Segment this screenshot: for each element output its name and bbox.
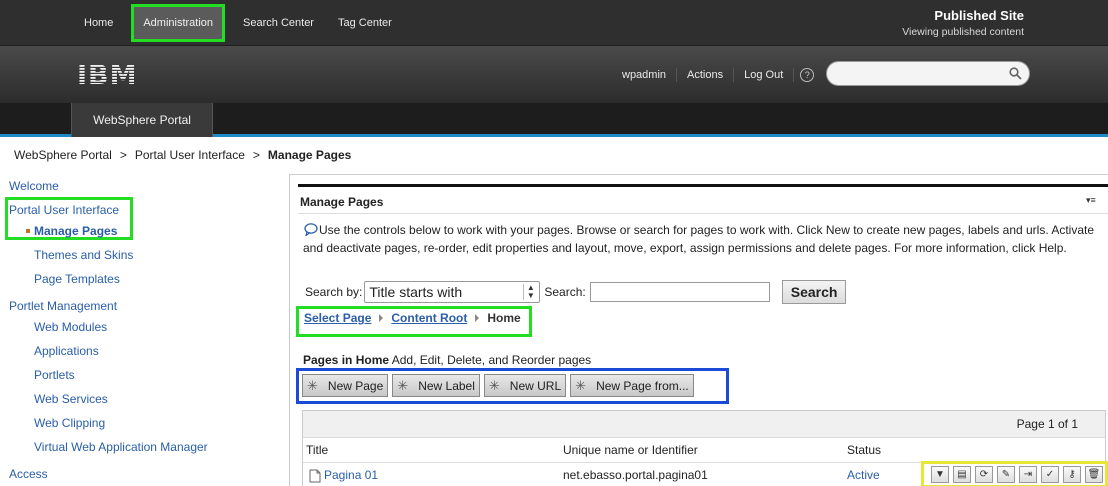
export-icon[interactable]: ⇥ <box>1019 466 1037 483</box>
permissions-icon[interactable]: ⚷ <box>1063 466 1081 483</box>
pagination-text: Page 1 of 1 <box>1016 417 1078 431</box>
actions-link[interactable]: Actions <box>677 67 735 82</box>
breadcrumb-current: Manage Pages <box>267 148 352 162</box>
breadcrumb: WebSphere Portal > Portal User Interface… <box>14 148 351 162</box>
leftnav-portlets[interactable]: Portlets <box>34 368 75 382</box>
column-status: Status <box>847 443 882 457</box>
new-buttons-row: ✳ New Page ✳ New Label ✳ New URL ✳ New P… <box>302 374 694 397</box>
path-select-page[interactable]: Select Page <box>304 311 371 325</box>
leftnav-page-templates[interactable]: Page Templates <box>34 272 120 286</box>
page-icon <box>309 469 321 483</box>
leftnav-portal-user-interface[interactable]: Portal User Interface <box>9 203 119 217</box>
selected-bullet <box>26 229 30 233</box>
pages-in-label: Pages in <box>303 353 353 367</box>
search-row: Search by: Title starts with ▲ ▼ Search: … <box>305 280 847 304</box>
portlet-description: Use the controls below to work with your… <box>303 223 1095 255</box>
leftnav-virtual-web-app-manager[interactable]: Virtual Web Application Manager <box>34 440 208 454</box>
search-by-select[interactable]: Title starts with ▲ ▼ <box>364 281 541 303</box>
leftnav-manage-pages[interactable]: Manage Pages <box>34 224 117 238</box>
sparkle-icon: ✳ <box>488 377 500 393</box>
sparkle-icon: ✳ <box>397 377 409 393</box>
nav-search-center[interactable]: Search Center <box>231 0 326 46</box>
path-arrow-icon <box>379 314 384 322</box>
breadcrumb-separator: > <box>119 148 127 162</box>
help-icon[interactable]: ? <box>800 67 815 82</box>
user-name-link[interactable]: wpadmin <box>612 67 678 82</box>
leftnav-applications[interactable]: Applications <box>34 344 99 358</box>
ibm-logo-text: IBM <box>77 62 138 86</box>
leftnav-portlet-management[interactable]: Portlet Management <box>9 299 117 313</box>
logout-link[interactable]: Log Out <box>734 67 795 82</box>
search-button[interactable]: Search <box>781 280 847 304</box>
user-bar: wpadmin Actions Log Out ? <box>612 46 815 103</box>
new-label-button[interactable]: ✳ New Label <box>392 374 480 397</box>
new-page-button[interactable]: ✳ New Page <box>302 374 389 397</box>
activate-icon[interactable]: ✓ <box>1041 466 1059 483</box>
row-status-link[interactable]: Active <box>847 468 880 482</box>
properties-icon[interactable]: ▤ <box>953 466 971 483</box>
new-url-button[interactable]: ✳ New URL <box>483 374 567 397</box>
table-row: Pagina 01 <box>324 468 378 482</box>
new-page-label: New Page <box>327 378 384 393</box>
top-navigation: Home Administration Search Center Tag Ce… <box>72 0 404 46</box>
leftnav-web-modules[interactable]: Web Modules <box>34 320 107 334</box>
page-path: Select Page Content Root Home <box>304 311 521 325</box>
search-icon[interactable] <box>1009 67 1022 80</box>
refresh-icon[interactable]: ⟳ <box>975 466 993 483</box>
edit-icon[interactable]: ✎ <box>997 466 1015 483</box>
nav-tag-center[interactable]: Tag Center <box>326 0 404 46</box>
ibm-logo: IBM <box>77 62 138 86</box>
new-page-from-label: New Page from... <box>596 378 689 393</box>
site-title: Published Site <box>934 8 1024 23</box>
new-page-from-button[interactable]: ✳ New Page from... <box>570 374 694 397</box>
path-content-root[interactable]: Content Root <box>391 311 467 325</box>
breadcrumb-websphere-portal[interactable]: WebSphere Portal <box>14 148 112 162</box>
new-url-label: New URL <box>509 378 562 393</box>
pages-in-heading: Pages in Home Add, Edit, Delete, and Reo… <box>303 353 591 367</box>
top-search-input[interactable] <box>826 61 1030 86</box>
pages-in-hint: Add, Edit, Delete, and Reorder pages <box>391 353 592 367</box>
portlet-title: Manage Pages <box>300 195 384 209</box>
tab-websphere-portal[interactable]: WebSphere Portal <box>71 103 213 137</box>
site-status: Published Site Viewing published content <box>902 8 1024 38</box>
sparkle-icon: ✳ <box>575 377 587 393</box>
row-actions: ▼ ▤ ⟳ ✎ ⇥ ✓ ⚷ 🗑 <box>931 466 1103 483</box>
row-title-link[interactable]: Pagina 01 <box>324 468 378 482</box>
path-current: Home <box>487 311 521 325</box>
tab-bar: WebSphere Portal <box>0 103 1108 137</box>
select-arrow-icon: ▲ ▼ <box>523 284 537 300</box>
path-arrow-icon <box>475 314 480 322</box>
table-toolbar <box>303 411 1105 438</box>
leftnav-welcome[interactable]: Welcome <box>9 179 59 193</box>
delete-icon[interactable]: 🗑 <box>1085 466 1103 483</box>
breadcrumb-portal-ui[interactable]: Portal User Interface <box>135 148 245 162</box>
nav-administration[interactable]: Administration <box>131 4 226 42</box>
new-label-label: New Label <box>418 378 475 393</box>
leftnav-web-clipping[interactable]: Web Clipping <box>34 416 105 430</box>
leftnav-access[interactable]: Access <box>9 467 48 481</box>
column-title: Title <box>306 443 329 457</box>
leftnav-web-services[interactable]: Web Services <box>34 392 108 406</box>
row-identifier: net.ebasso.portal.pagina01 <box>563 468 708 482</box>
search-input[interactable] <box>589 282 770 302</box>
row-status: Active <box>847 468 880 482</box>
sparkle-icon: ✳ <box>307 377 318 393</box>
move-down-icon[interactable]: ▼ <box>931 466 949 483</box>
search-label: Search: <box>544 285 586 299</box>
search-by-label: Search by: <box>305 285 363 299</box>
leftnav-themes-and-skins[interactable]: Themes and Skins <box>34 248 133 262</box>
portlet-header <box>298 184 1108 214</box>
nav-home[interactable]: Home <box>72 0 125 46</box>
column-identifier: Unique name or Identifier <box>563 443 698 457</box>
pages-in-value: Home <box>355 353 390 367</box>
breadcrumb-separator: > <box>252 148 260 162</box>
site-subtitle: Viewing published content <box>902 26 1024 38</box>
portlet-menu-icon[interactable]: ▾≡ <box>1086 195 1096 206</box>
search-by-value: Title starts with <box>369 284 463 300</box>
